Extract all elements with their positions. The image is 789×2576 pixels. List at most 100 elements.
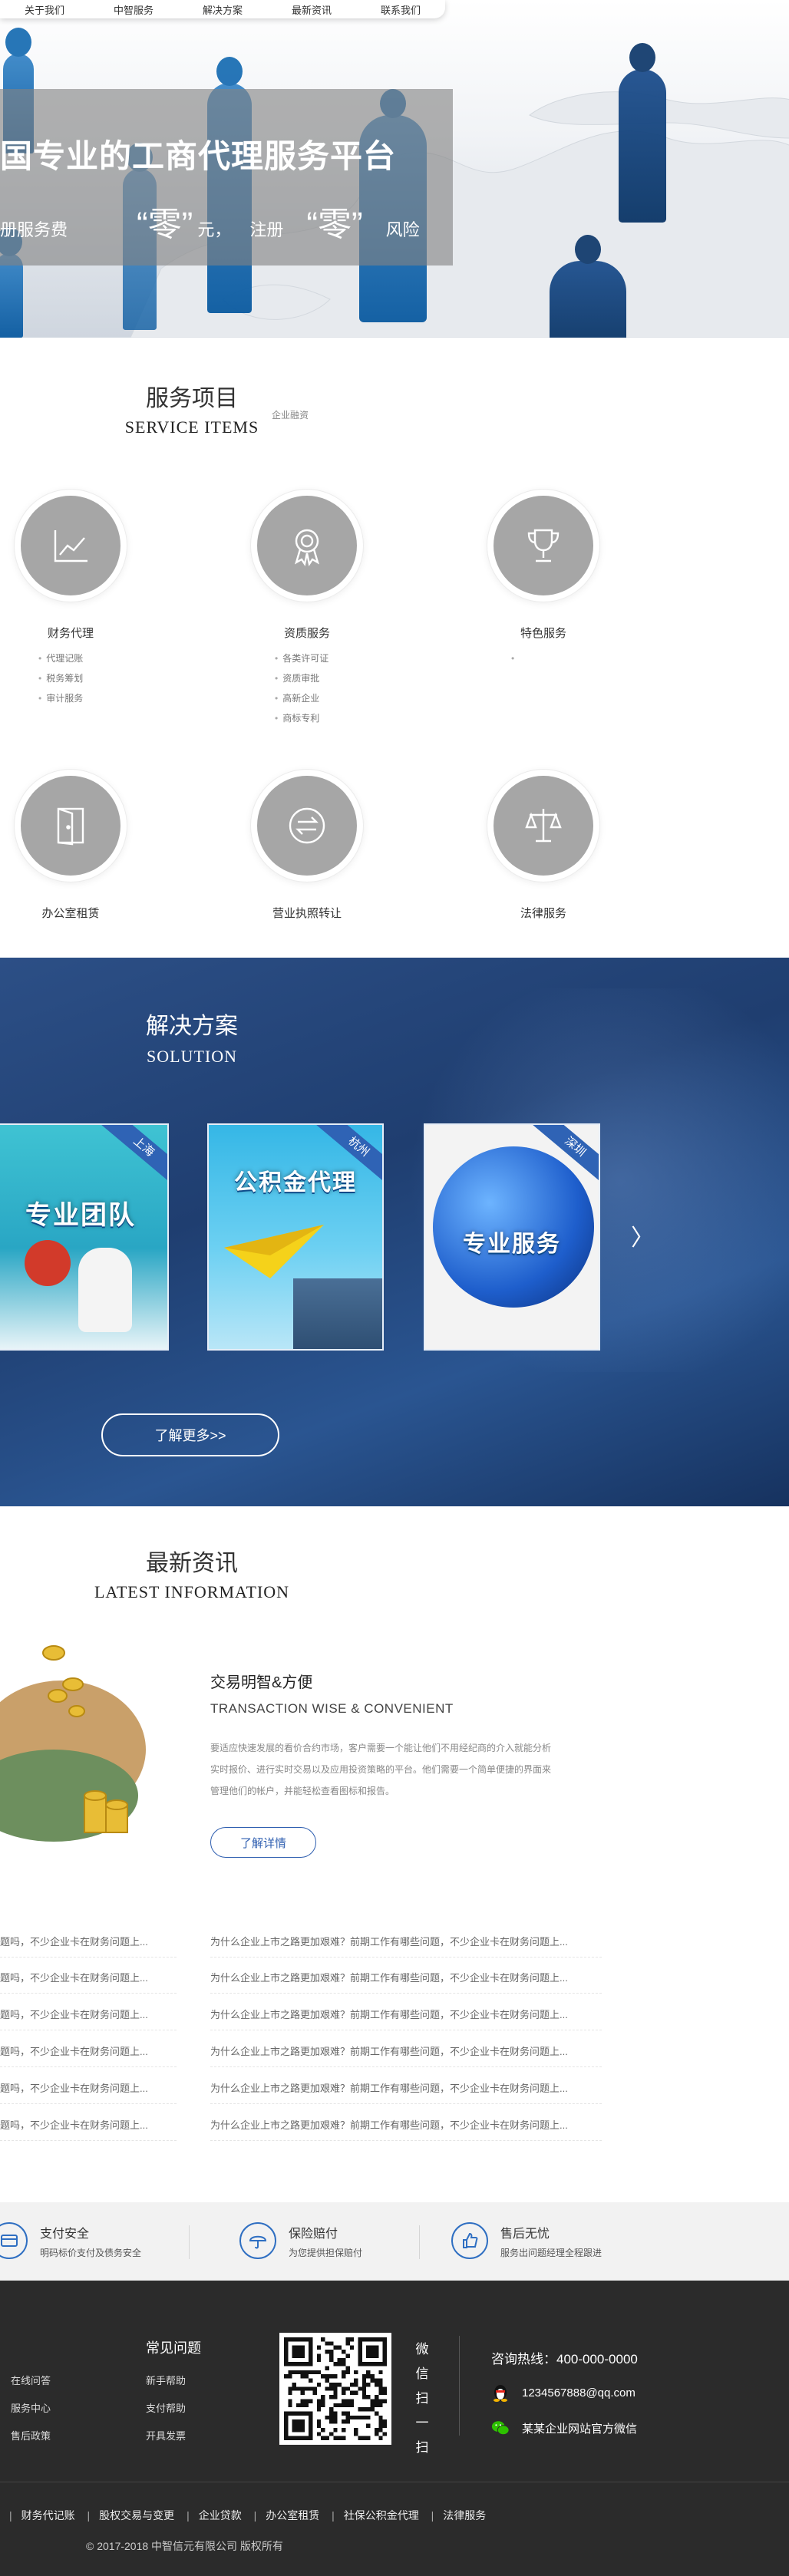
- service-card[interactable]: 营业执照转让: [230, 770, 384, 921]
- section-title-cn: 解决方案: [146, 1014, 238, 1039]
- footer-link[interactable]: 开具发票: [146, 2428, 186, 2442]
- section-title-en: LATEST INFORMATION: [94, 1582, 290, 1601]
- guarantee-desc: 为您提供担保赔付: [289, 2247, 363, 2258]
- footer-bottom-link[interactable]: 财务代记账: [21, 2509, 75, 2522]
- hero-sub-text: 注册: [249, 220, 284, 239]
- service-sublist: 代理记账 税务筹划 审计服务: [38, 648, 147, 708]
- guarantee-title: 售后无忧: [500, 2227, 550, 2241]
- solution-section: 解决方案 SOLUTION 专业团队 上海 公积金代理 杭州 专业服务 深圳 〉…: [0, 958, 789, 1506]
- wechat-qr-code: [279, 2333, 391, 2445]
- nav-about[interactable]: 关于我们: [0, 2, 89, 17]
- news-item-right[interactable]: 为什么企业上市之路更加艰难？前期工作有哪些问题，不少企业卡在财务问题上...: [210, 1934, 568, 1948]
- service-sublist: 各类许可证 资质审批 高新企业 商标专利: [275, 648, 384, 728]
- footer-link[interactable]: 在线问答: [11, 2373, 51, 2387]
- footer-bottom-link[interactable]: 办公室租赁: [266, 2509, 319, 2522]
- hero-title: 国专业的工商代理服务平台: [0, 138, 397, 174]
- service-name: 特色服务: [520, 627, 566, 640]
- qq-contact[interactable]: 1234567888@qq.com: [491, 2383, 635, 2402]
- news-item-right[interactable]: 为什么企业上市之路更加艰难？前期工作有哪些问题，不少企业卡在财务问题上...: [210, 2080, 568, 2095]
- nav-contact[interactable]: 联系我们: [356, 2, 445, 17]
- divider: [0, 2103, 177, 2104]
- footer-link[interactable]: 服务中心: [11, 2400, 51, 2415]
- news-item-left[interactable]: 题吗，不少企业卡在财务问题上...: [0, 2080, 148, 2095]
- figure-graphic: [78, 1248, 132, 1332]
- divider: [0, 1993, 177, 1994]
- divider: [210, 1993, 602, 1994]
- city-ribbon: 上海: [98, 1125, 167, 1187]
- news-item-left[interactable]: 题吗，不少企业卡在财务问题上...: [0, 2043, 148, 2058]
- feature-title[interactable]: 交易明智&方便: [210, 1670, 312, 1692]
- footer-bottom-link[interactable]: 社保公积金代理: [344, 2509, 419, 2522]
- solution-card[interactable]: 专业团队 上海: [0, 1123, 169, 1351]
- nav-solutions[interactable]: 解决方案: [178, 2, 267, 17]
- service-subitem[interactable]: 审计服务: [38, 688, 147, 708]
- service-card[interactable]: 资质服务 各类许可证 资质审批 高新企业 商标专利: [230, 490, 384, 728]
- service-name: 法律服务: [520, 907, 566, 920]
- service-subitem[interactable]: 各类许可证: [275, 648, 384, 668]
- figure-graphic: [25, 1240, 71, 1286]
- guarantee-item: 支付安全 明码标价支付及债务安全: [0, 2222, 141, 2259]
- footer: 常见问题 在线问答 服务中心 售后政策 新手帮助 支付帮助 开具发票 微信扫一扫…: [0, 2281, 789, 2576]
- guarantee-desc: 服务出问题经理全程跟进: [500, 2247, 602, 2258]
- copyright: © 2017-2018 中智信元有限公司 版权所有: [86, 2540, 283, 2552]
- service-sublist: [511, 648, 620, 668]
- section-title-en: SOLUTION: [147, 1047, 237, 1066]
- news-item-right[interactable]: 为什么企业上市之路更加艰难？前期工作有哪些问题，不少企业卡在财务问题上...: [210, 2117, 568, 2132]
- footer-link[interactable]: 售后政策: [11, 2428, 51, 2442]
- service-subitem[interactable]: 资质审批: [275, 668, 384, 688]
- solution-title: 解决方案 SOLUTION: [115, 1007, 269, 1067]
- service-card[interactable]: 财务代理 代理记账 税务筹划 审计服务: [0, 490, 147, 708]
- news-title: 最新资讯 LATEST INFORMATION: [77, 1544, 307, 1602]
- guarantee-item: 售后无忧 服务出问题经理全程跟进: [451, 2222, 602, 2259]
- solution-card[interactable]: 公积金代理 杭州: [207, 1123, 384, 1351]
- service-side-tag[interactable]: 企业融资: [272, 408, 309, 421]
- more-button[interactable]: 了解更多>>: [101, 1413, 279, 1456]
- feature-subtitle: TRANSACTION WISE & CONVENIENT: [210, 1701, 454, 1716]
- qq-email: 1234567888@qq.com: [522, 2386, 635, 2400]
- solution-card[interactable]: 专业服务 深圳: [424, 1123, 600, 1351]
- faq-title: 常见问题: [146, 2340, 201, 2356]
- service-subitem[interactable]: 税务筹划: [38, 668, 147, 688]
- service-card[interactable]: 特色服务: [467, 490, 620, 668]
- service-subitem[interactable]: 高新企业: [275, 688, 384, 708]
- service-subitem[interactable]: 商标专利: [275, 708, 384, 728]
- news-item-left[interactable]: 题吗，不少企业卡在财务问题上...: [0, 2117, 148, 2132]
- divider: [0, 2140, 177, 2141]
- footer-link[interactable]: 新手帮助: [146, 2373, 186, 2387]
- guarantee-desc: 明码标价支付及债务安全: [40, 2247, 142, 2258]
- divider: [0, 1957, 177, 1958]
- figure-silhouette: [550, 235, 626, 338]
- wechat-contact[interactable]: 某某企业网站官方微信: [491, 2419, 637, 2437]
- solution-card-text: 公积金代理: [234, 1169, 357, 1196]
- door-icon: [57, 807, 84, 846]
- card-icon: [0, 2222, 28, 2259]
- service-card[interactable]: 办公室租赁: [0, 770, 147, 921]
- qq-penguin-icon: [491, 2383, 510, 2402]
- news-item-left[interactable]: 题吗，不少企业卡在财务问题上...: [0, 1934, 148, 1948]
- news-item-right[interactable]: 为什么企业上市之路更加艰难？前期工作有哪些问题，不少企业卡在财务问题上...: [210, 2007, 568, 2021]
- footer-bottom-link[interactable]: 法律服务: [443, 2509, 486, 2522]
- feature-detail-button[interactable]: 了解详情: [210, 1827, 316, 1858]
- carousel-next-icon[interactable]: 〉: [631, 1219, 654, 1252]
- divider: [210, 2140, 602, 2141]
- nav-news[interactable]: 最新资讯: [267, 2, 356, 17]
- service-name: 资质服务: [283, 627, 330, 640]
- news-item-left[interactable]: 题吗，不少企业卡在财务问题上...: [0, 1970, 148, 1984]
- section-title-en: SERVICE ITEMS: [124, 417, 259, 437]
- footer-link[interactable]: 支付帮助: [146, 2400, 186, 2415]
- solution-card-text: 专业服务: [463, 1231, 561, 1258]
- service-subitem[interactable]: 代理记账: [38, 648, 147, 668]
- news-item-right[interactable]: 为什么企业上市之路更加艰难？前期工作有哪些问题，不少企业卡在财务问题上...: [210, 1970, 568, 1984]
- hero-subtitle: 册服务费 “零” 元， 注册 “零” 风险: [0, 196, 420, 246]
- guarantee-title: 支付安全: [40, 2227, 90, 2241]
- footer-bottom-link[interactable]: 企业贷款: [199, 2509, 242, 2522]
- scan-label: 微信扫一扫: [415, 2342, 429, 2455]
- footer-bottom-link[interactable]: 股权交易与变更: [99, 2509, 174, 2522]
- service-subitem[interactable]: [511, 648, 620, 668]
- paper-plane-graphic: [224, 1225, 324, 1278]
- service-card[interactable]: 法律服务: [467, 770, 620, 921]
- news-item-left[interactable]: 题吗，不少企业卡在财务问题上...: [0, 2007, 148, 2021]
- nav-services[interactable]: 中智服务: [89, 2, 178, 17]
- news-item-right[interactable]: 为什么企业上市之路更加艰难？前期工作有哪些问题，不少企业卡在财务问题上...: [210, 2043, 568, 2058]
- figure-silhouette: [619, 43, 666, 223]
